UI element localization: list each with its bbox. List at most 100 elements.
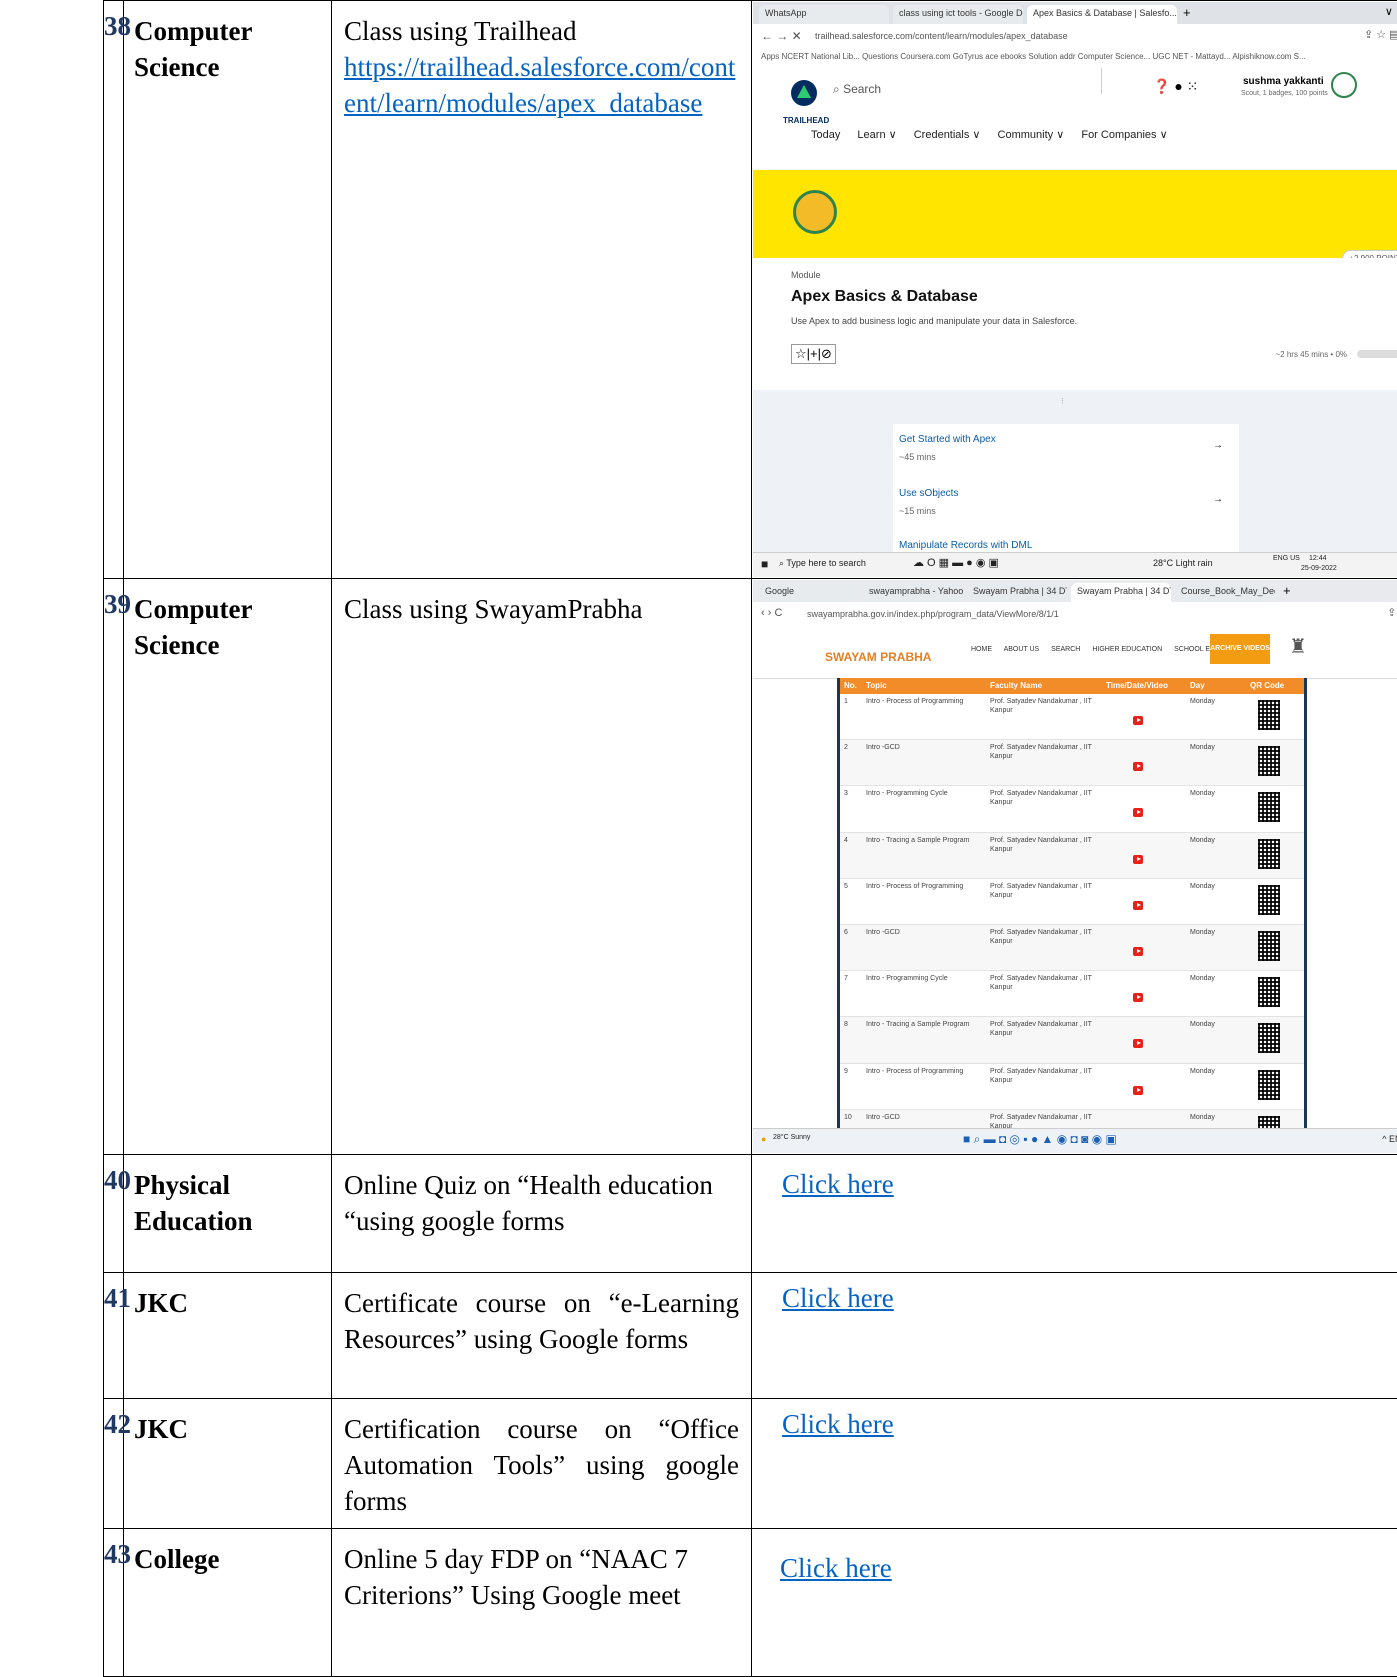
browser-tab[interactable]: Course_Book_May_Dec_2022_Pri... [1175, 583, 1275, 602]
browser-tab-active[interactable]: Swayam Prabha | 34 DTH channe... [1071, 583, 1171, 602]
module-description: Use Apex to add business logic and manip… [791, 316, 1077, 326]
department-line: Computer [134, 13, 331, 49]
youtube-play-icon[interactable] [1133, 716, 1143, 725]
browser-actions-icon[interactable]: ⇪ ☆ ▤ ✱ ▢ ● [1364, 28, 1397, 41]
department-line: Computer [134, 591, 331, 627]
trailhead-logo-icon[interactable] [791, 80, 817, 106]
row-faculty: Prof. Satyadev Nandakumar , IIT Kanpur [990, 697, 1100, 715]
qr-code-icon [1258, 1023, 1280, 1053]
youtube-play-icon[interactable] [1133, 1039, 1143, 1048]
qr-code-icon [1258, 700, 1280, 730]
row-faculty: Prof. Satyadev Nandakumar , IIT Kanpur [990, 836, 1100, 854]
row-number: 40 [104, 1155, 124, 1273]
language-indicator: ENG US [1273, 555, 1300, 562]
row-topic: Intro - Process of Programming [866, 882, 976, 891]
youtube-play-icon[interactable] [1133, 762, 1143, 771]
row-topic: Intro -GCD [866, 743, 976, 752]
nav-item[interactable]: SEARCH [1051, 646, 1080, 653]
row-number: 38 [104, 1, 124, 579]
url-field[interactable]: swayamprabha.gov.in/index.php/program_da… [807, 609, 1059, 619]
youtube-play-icon[interactable] [1133, 901, 1143, 910]
row-faculty: Prof. Satyadev Nandakumar , IIT Kanpur [990, 1067, 1100, 1085]
browser-tab-active[interactable]: Apex Basics & Database | Salesfo... [1027, 5, 1177, 24]
youtube-play-icon[interactable] [1133, 1086, 1143, 1095]
youtube-play-icon[interactable] [1133, 993, 1143, 1002]
taskbar-apps-icon[interactable]: ☁ O ▦ ▬ ● ◉ ▣ [913, 556, 999, 569]
bookmarks-list[interactable]: Apps NCERT National Lib... Questions Cou… [761, 52, 1306, 61]
browser-tab[interactable]: WhatsApp [759, 5, 889, 24]
trailhead-header: TRAILHEAD ⌕ Search ❓ ● ⁙ sushma yakkanti… [753, 66, 1397, 171]
taskbar-apps-icon[interactable]: ■ ⌕ ▬ ◘ ◎ ▪ ● ▲ ◉ ◘ ◙ ◉ ▣ [963, 1132, 1117, 1147]
module-duration: ~2 hrs 45 mins • 0% [1276, 350, 1348, 359]
program-row: 2Intro -GCDProf. Satyadev Nandakumar , I… [840, 740, 1304, 786]
nav-arrows-icon[interactable]: ‹ › C [761, 607, 782, 619]
taskbar-search[interactable]: ⌕ Type here to search [779, 558, 866, 569]
browser-actions-icon[interactable]: ⇪ ☆ ✱ ▢ [1387, 606, 1397, 619]
nav-item[interactable]: ABOUT US [1004, 646, 1040, 653]
emblem-icon: ♜ [1289, 634, 1307, 659]
browser-tab[interactable]: Google [759, 583, 859, 602]
url-field[interactable]: trailhead.salesforce.com/content/learn/m… [815, 31, 1068, 41]
proof-cell: Google swayamprabha - Yahoo India Se... … [752, 579, 1397, 1155]
click-here-link[interactable]: Click here [782, 1283, 894, 1314]
nav-item[interactable]: Learn ∨ [857, 129, 896, 141]
nav-item[interactable]: Today [811, 129, 840, 141]
new-tab-icon[interactable]: + [1283, 583, 1291, 598]
nav-arrows-icon[interactable]: ← → ✕ [761, 29, 802, 43]
browser-tab[interactable]: class using ict tools - Google Do... [893, 5, 1023, 24]
arrow-right-icon: → [1213, 494, 1223, 505]
bookmarks-bar: Apps NCERT National Lib... Questions Cou… [753, 48, 1397, 67]
activity-cell: Certification course on “Office Automati… [332, 1399, 752, 1529]
nav-item[interactable]: Credentials ∨ [914, 129, 981, 141]
department-line: JKC [134, 1411, 331, 1447]
nav-item[interactable]: Community ∨ [998, 129, 1065, 141]
windows-taskbar: ● 28°C Sunny ■ ⌕ ▬ ◘ ◎ ▪ ● ▲ ◉ ◘ ◙ ◉ ▣ ^… [753, 1128, 1397, 1153]
nav-item[interactable]: HIGHER EDUCATION [1092, 646, 1162, 653]
nav-item[interactable]: For Companies ∨ [1081, 129, 1167, 141]
archive-videos-button[interactable]: ARCHIVE VIDEOS [1210, 634, 1270, 664]
windows-taskbar: ■ ⌕ Type here to search ☁ O ▦ ▬ ● ◉ ▣ 28… [753, 552, 1397, 577]
row-topic: Intro -GCD [866, 1113, 976, 1122]
youtube-play-icon[interactable] [1133, 947, 1143, 956]
department-cell: Computer Science [124, 1, 332, 579]
user-name[interactable]: sushma yakkanti [1243, 76, 1324, 87]
swayamprabha-logo[interactable]: SWAYAM PRABHA [825, 650, 931, 664]
progress-bar [1357, 350, 1397, 358]
click-here-link[interactable]: Click here [782, 1169, 894, 1200]
youtube-play-icon[interactable] [1133, 855, 1143, 864]
click-here-link[interactable]: Click here [782, 1409, 894, 1440]
trailhead-screenshot: WhatsApp class using ict tools - Google … [753, 2, 1397, 577]
youtube-play-icon[interactable] [1133, 808, 1143, 817]
row-faculty: Prof. Satyadev Nandakumar , IIT Kanpur [990, 882, 1100, 900]
row-faculty: Prof. Satyadev Nandakumar , IIT Kanpur [990, 743, 1100, 761]
clock-time: 12:44 [1309, 555, 1327, 562]
browser-tabbar: WhatsApp class using ict tools - Google … [753, 2, 1397, 24]
module-badge-icon [793, 190, 837, 234]
column-header: QR Code [1250, 681, 1284, 690]
program-row: 8Intro - Tracing a Sample ProgramProf. S… [840, 1017, 1304, 1063]
row-faculty: Prof. Satyadev Nandakumar , IIT Kanpur [990, 974, 1100, 992]
program-table-header: No. Topic Faculty Name Time/Date/Video D… [840, 678, 1304, 694]
new-tab-icon[interactable]: + [1183, 5, 1191, 20]
arrow-right-icon: → [1213, 440, 1223, 451]
unit-card[interactable]: Use sObjects ~15 mins → [893, 478, 1239, 535]
unit-title: Get Started with Apex [899, 434, 996, 445]
weather-status: 28°C Sunny [773, 1134, 810, 1141]
browser-tab[interactable]: swayamprabha - Yahoo India Se... [863, 583, 963, 602]
system-tray-icon[interactable]: ^ ENG ✆ ◁ ▭ [1382, 1134, 1397, 1145]
click-here-link[interactable]: Click here [780, 1553, 892, 1584]
unit-card[interactable]: Get Started with Apex ~45 mins → [893, 424, 1239, 481]
window-controls-icon[interactable]: ∨ – ▢ ✕ [1385, 5, 1397, 18]
row-number: 42 [104, 1399, 124, 1529]
column-header: Faculty Name [990, 681, 1042, 690]
nav-item[interactable]: HOME [971, 646, 992, 653]
department-cell: JKC [124, 1273, 332, 1399]
row-day: Monday [1190, 789, 1240, 798]
windows-start-icon[interactable]: ■ [761, 557, 768, 571]
browser-tab[interactable]: Swayam Prabha | 34 DTH channe... [967, 583, 1067, 602]
favorite-add-tag-icon[interactable]: ☆|+|⊘ [791, 344, 836, 364]
help-chat-apps-icon[interactable]: ❓ ● ⁙ [1153, 78, 1198, 95]
trailhead-link[interactable]: https://trailhead.salesforce.com/content… [344, 52, 735, 118]
avatar[interactable] [1331, 72, 1357, 98]
search-input[interactable]: ⌕ Search [833, 82, 881, 97]
